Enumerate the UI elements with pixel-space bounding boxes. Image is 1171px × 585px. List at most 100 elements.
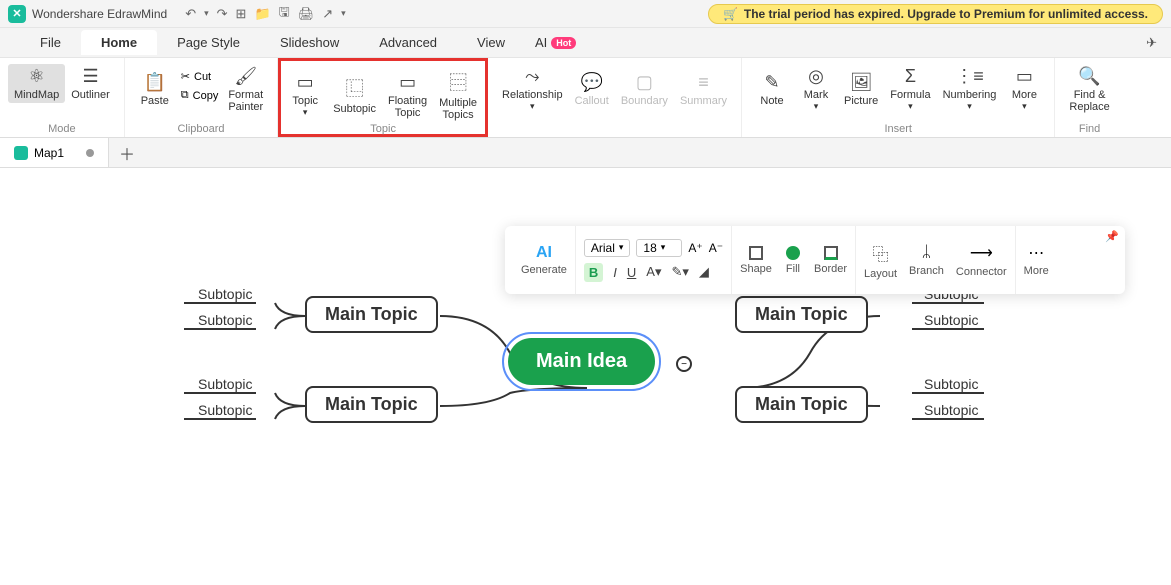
topic-button[interactable]: ▭Topic▾ xyxy=(283,67,327,123)
format-painter-button[interactable]: 🖌Format Painter xyxy=(222,64,269,115)
note-button[interactable]: ✎Note xyxy=(750,64,794,114)
layout-button[interactable]: ⿻Layout xyxy=(864,241,897,280)
hot-badge: Hot xyxy=(551,37,576,49)
pin-icon[interactable]: 📌 xyxy=(1105,230,1119,243)
subtopic-node[interactable]: Subtopic xyxy=(924,402,978,418)
subtopic-node[interactable]: Subtopic xyxy=(198,402,252,418)
collapse-button[interactable]: − xyxy=(676,356,692,372)
new-icon[interactable]: ⊞ xyxy=(236,6,247,22)
highlight-button[interactable]: ✎▾ xyxy=(671,264,688,280)
paste-button[interactable]: 📋Paste xyxy=(133,64,177,115)
picture-icon: 🖼 xyxy=(850,72,873,93)
more-button[interactable]: ▭More▾ xyxy=(1002,64,1046,114)
mark-icon: ◎ xyxy=(808,66,824,87)
relationship-button[interactable]: ⤳Relationship▾ xyxy=(496,64,569,114)
print-icon[interactable]: 🖨 xyxy=(298,6,315,22)
main-topic-node[interactable]: Main Topic xyxy=(305,296,438,333)
font-color-button[interactable]: A▾ xyxy=(646,264,661,280)
numbering-button[interactable]: ⋮≡Numbering▾ xyxy=(937,64,1003,114)
brush-icon: 🖌 xyxy=(234,66,257,87)
branch-button[interactable]: ᛦBranch xyxy=(909,244,944,277)
chevron-down-icon: ▾ xyxy=(814,101,819,112)
underline-button[interactable]: U xyxy=(627,265,636,280)
boundary-button: ▢Boundary xyxy=(615,64,674,114)
paste-icon: 📋 xyxy=(144,72,166,93)
cut-icon: ✂ xyxy=(181,70,190,83)
find-label: Find xyxy=(1079,123,1100,135)
floating-icon: ▭ xyxy=(399,72,416,93)
canvas[interactable]: Main Idea − Main Topic Main Topic Main T… xyxy=(0,168,1171,583)
subtopic-node[interactable]: Subtopic xyxy=(924,376,978,392)
clipboard-label: Clipboard xyxy=(177,123,224,135)
outliner-button[interactable]: ☰Outliner xyxy=(65,64,116,103)
main-topic-node[interactable]: Main Topic xyxy=(735,386,868,423)
menu-file[interactable]: File xyxy=(20,30,81,55)
outliner-icon: ☰ xyxy=(82,66,98,87)
formula-icon: Σ xyxy=(905,66,916,87)
connector-icon: ⟶ xyxy=(970,243,993,263)
formula-button[interactable]: ΣFormula▾ xyxy=(884,64,936,114)
border-button[interactable]: Border xyxy=(814,246,847,275)
fill-button[interactable]: Fill xyxy=(786,246,800,275)
main-topic-node[interactable]: Main Topic xyxy=(735,296,868,333)
subtopic-node[interactable]: Subtopic xyxy=(924,312,978,328)
menu-view[interactable]: View xyxy=(457,30,525,55)
subtopic-button[interactable]: ⿺Subtopic xyxy=(327,67,382,123)
chevron-down-icon: ▾ xyxy=(619,242,624,253)
undo-icon[interactable]: ↶ xyxy=(185,6,196,22)
save-icon[interactable]: 🖫 xyxy=(279,3,290,25)
chevron-down-icon: ▾ xyxy=(530,101,535,112)
send-icon[interactable]: ✈ xyxy=(1146,35,1157,51)
group-rel: ⤳Relationship▾ 💬Callout ▢Boundary ≡Summa… xyxy=(488,58,742,137)
picture-button[interactable]: 🖼Picture xyxy=(838,64,884,114)
font-select[interactable]: Arial▾ xyxy=(584,239,631,257)
fill-icon xyxy=(786,246,800,260)
trial-banner[interactable]: 🛒 The trial period has expired. Upgrade … xyxy=(708,4,1163,24)
menu-ai[interactable]: AI Hot xyxy=(535,35,576,50)
font-size-select[interactable]: 18▾ xyxy=(636,239,682,257)
insert-label: Insert xyxy=(884,123,912,135)
font-grow-icon[interactable]: A⁺ xyxy=(688,241,702,255)
subtopic-node[interactable]: Subtopic xyxy=(198,312,252,328)
banner-text: The trial period has expired. Upgrade to… xyxy=(744,7,1148,21)
summary-icon: ≡ xyxy=(698,72,709,93)
export-icon[interactable]: ↗ xyxy=(322,6,333,22)
subtopic-node[interactable]: Subtopic xyxy=(198,286,252,302)
menu-advanced[interactable]: Advanced xyxy=(359,30,457,55)
add-tab-button[interactable]: ＋ xyxy=(109,141,145,165)
undo-dropdown-icon[interactable]: ▾ xyxy=(204,8,209,19)
main-topic-node[interactable]: Main Topic xyxy=(305,386,438,423)
multiple-topics-button[interactable]: ⿳Multiple Topics xyxy=(433,67,483,123)
group-topic: ▭Topic▾ ⿺Subtopic ▭Floating Topic ⿳Multi… xyxy=(278,58,488,137)
boundary-icon: ▢ xyxy=(636,72,653,93)
subtopic-node[interactable]: Subtopic xyxy=(198,376,252,392)
copy-button[interactable]: ⧉Copy xyxy=(177,87,223,104)
toolbar-more-button[interactable]: ⋯ More xyxy=(1016,226,1057,294)
mindmap-button[interactable]: ⚛MindMap xyxy=(8,64,65,103)
ai-generate-button[interactable]: AI Generate xyxy=(513,226,576,294)
subtopic-icon: ⿺ xyxy=(346,75,364,101)
redo-icon[interactable]: ↷ xyxy=(217,6,228,22)
shape-icon xyxy=(749,246,763,260)
cart-icon: 🛒 xyxy=(723,7,738,21)
mark-button[interactable]: ◎Mark▾ xyxy=(794,64,838,114)
cut-button[interactable]: ✂Cut xyxy=(177,68,223,85)
summary-button: ≡Summary xyxy=(674,64,733,114)
shape-button[interactable]: Shape xyxy=(740,246,772,275)
menu-slideshow[interactable]: Slideshow xyxy=(260,30,359,55)
font-shrink-icon[interactable]: A⁻ xyxy=(709,241,723,255)
open-icon[interactable]: 📁 xyxy=(254,6,270,22)
qat-dropdown-icon[interactable]: ▾ xyxy=(341,8,346,19)
main-idea-node[interactable]: Main Idea xyxy=(508,338,655,385)
find-replace-button[interactable]: 🔍Find & Replace xyxy=(1063,64,1115,115)
mindmap-icon: ⚛ xyxy=(29,66,45,87)
floating-topic-button[interactable]: ▭Floating Topic xyxy=(382,67,433,123)
doc-tab[interactable]: Map1 xyxy=(0,138,109,167)
menu-home[interactable]: Home xyxy=(81,30,157,55)
bold-button[interactable]: B xyxy=(584,263,603,282)
group-clipboard: 📋Paste ✂Cut ⧉Copy 🖌Format Painter Clipbo… xyxy=(125,58,278,137)
menu-page-style[interactable]: Page Style xyxy=(157,30,260,55)
connector-button[interactable]: ⟶Connector xyxy=(956,243,1007,278)
italic-button[interactable]: I xyxy=(613,265,617,280)
clear-format-button[interactable]: ◢ xyxy=(699,264,709,280)
